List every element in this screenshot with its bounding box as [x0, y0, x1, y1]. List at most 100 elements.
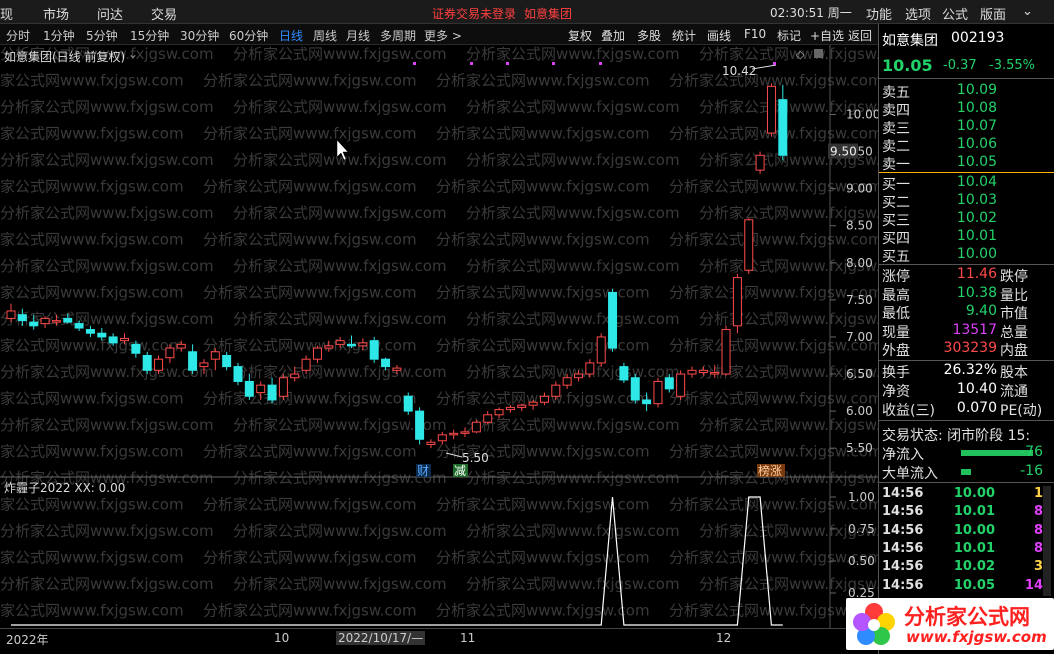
candle-body[interactable]	[290, 373, 300, 379]
candle-body[interactable]	[755, 154, 765, 171]
tool-stats-button[interactable]: 统计	[672, 27, 696, 44]
candle-body[interactable]	[6, 310, 16, 319]
menu-item-options[interactable]: 选项	[905, 4, 931, 23]
period-tab-15min[interactable]: 15分钟	[130, 27, 169, 44]
bid-row[interactable]: 买四 10.01	[879, 228, 1054, 247]
candle-body[interactable]	[449, 432, 459, 436]
candle-body[interactable]	[74, 323, 84, 329]
collapse-icon[interactable]: ⌄	[1022, 4, 1033, 19]
candle-body[interactable]	[63, 317, 73, 323]
period-tab-monthly[interactable]: 月线	[346, 27, 370, 44]
bid-row[interactable]: 买二 10.03	[879, 192, 1054, 211]
candle-body[interactable]	[29, 321, 39, 327]
ask-row[interactable]: 卖五 10.09	[879, 82, 1054, 101]
candle-body[interactable]	[539, 395, 549, 403]
candle-body[interactable]	[97, 332, 107, 338]
candle-body[interactable]	[335, 340, 345, 345]
candle-body[interactable]	[732, 277, 742, 327]
candle-body[interactable]	[698, 369, 708, 374]
period-tab-more[interactable]: 更多 >	[424, 27, 462, 44]
candle-body[interactable]	[278, 377, 288, 397]
candle-body[interactable]	[642, 399, 652, 405]
period-tab-weekly[interactable]: 周线	[313, 27, 337, 44]
candle-body[interactable]	[301, 358, 311, 371]
candle-body[interactable]	[312, 347, 322, 360]
menu-item-trade[interactable]: 交易	[151, 4, 177, 23]
candle-body[interactable]	[267, 384, 277, 401]
tool-adjust-button[interactable]: 复权	[568, 27, 592, 44]
tool-mark-button[interactable]: 标记	[777, 27, 801, 44]
candle-body[interactable]	[653, 380, 663, 405]
bid-row[interactable]: 买三 10.02	[879, 210, 1054, 229]
candle-body[interactable]	[324, 345, 334, 349]
candle-body[interactable]	[608, 291, 618, 349]
ask-row[interactable]: 卖三 10.07	[879, 118, 1054, 137]
ask-row[interactable]: 卖四 10.08	[879, 100, 1054, 119]
bid-row[interactable]: 买一 10.04	[879, 174, 1054, 193]
tool-overlay-button[interactable]: 叠加	[601, 27, 625, 44]
candle-body[interactable]	[381, 358, 391, 368]
candle-body[interactable]	[574, 373, 583, 379]
kline-chart[interactable]: 分析家公式网www.fxjgsw.com 分析家公式网www.fxjgsw.com…	[0, 45, 878, 649]
candle-body[interactable]	[551, 384, 561, 397]
candle-body[interactable]	[188, 351, 198, 371]
candle-body[interactable]	[392, 367, 402, 371]
candle-body[interactable]	[517, 404, 527, 408]
ask-row[interactable]: 卖一 10.05	[879, 154, 1054, 173]
event-marker[interactable]: 减	[454, 464, 466, 478]
candle-body[interactable]	[778, 99, 788, 156]
candle-body[interactable]	[142, 354, 152, 371]
candle-body[interactable]	[494, 409, 504, 416]
candle-body[interactable]	[630, 377, 640, 401]
period-tab-multi[interactable]: 多周期	[380, 27, 416, 44]
candle-body[interactable]	[528, 401, 538, 406]
panel-toggle-icon[interactable]	[814, 49, 823, 58]
period-tab-60min[interactable]: 60分钟	[229, 27, 268, 44]
candle-body[interactable]	[154, 358, 164, 371]
candle-body[interactable]	[471, 421, 481, 433]
candle-body[interactable]	[585, 362, 595, 375]
tool-draw-button[interactable]: 画线	[707, 27, 731, 44]
candle-body[interactable]	[358, 342, 368, 347]
period-tab-1min[interactable]: 1分钟	[43, 27, 75, 44]
candle-body[interactable]	[233, 366, 243, 382]
candle-body[interactable]	[244, 380, 254, 397]
candle-body[interactable]	[51, 320, 61, 323]
scrollbar[interactable]	[1043, 486, 1051, 596]
candle-body[interactable]	[664, 377, 674, 390]
candle-body[interactable]	[676, 373, 686, 397]
event-marker[interactable]: 财	[417, 464, 429, 478]
candle-body[interactable]	[347, 343, 356, 347]
candle-body[interactable]	[721, 329, 731, 375]
tool-multistock-button[interactable]: 多股	[637, 27, 661, 44]
candle-body[interactable]	[710, 372, 720, 375]
candle-body[interactable]	[222, 354, 232, 368]
diamond-icon[interactable]: ◇	[796, 48, 804, 61]
menu-item-formula[interactable]: 公式	[942, 4, 968, 23]
candle-body[interactable]	[369, 340, 379, 360]
candle-body[interactable]	[437, 434, 447, 442]
candle-body[interactable]	[766, 85, 776, 134]
candle-body[interactable]	[108, 336, 118, 344]
tool-add-watchlist-button[interactable]: +自选	[810, 27, 844, 44]
candle-body[interactable]	[403, 395, 413, 412]
candle-body[interactable]	[210, 351, 220, 360]
event-marker[interactable]: 榜涨	[758, 463, 782, 478]
tool-back-button[interactable]: 返回	[848, 27, 872, 44]
menu-item-wenda[interactable]: 问达	[97, 4, 123, 23]
candle-body[interactable]	[120, 337, 129, 342]
title-dropdown-icon[interactable]: ⌄	[128, 47, 138, 61]
candle-body[interactable]	[619, 366, 629, 381]
login-status[interactable]: 证券交易未登录	[432, 5, 516, 22]
candle-body[interactable]	[483, 414, 493, 423]
tool-f10-button[interactable]: F10	[744, 27, 766, 41]
candle-body[interactable]	[176, 343, 186, 349]
candle-body[interactable]	[426, 441, 436, 445]
period-tab-daily[interactable]: 日线	[279, 27, 303, 44]
candle-body[interactable]	[256, 384, 266, 394]
period-tab-5min[interactable]: 5分钟	[86, 27, 118, 44]
menu-item-market[interactable]: 市场	[43, 4, 69, 23]
period-tab-30min[interactable]: 30分钟	[180, 27, 219, 44]
menu-item-xian[interactable]: 现	[0, 4, 13, 23]
candle-body[interactable]	[687, 369, 697, 375]
